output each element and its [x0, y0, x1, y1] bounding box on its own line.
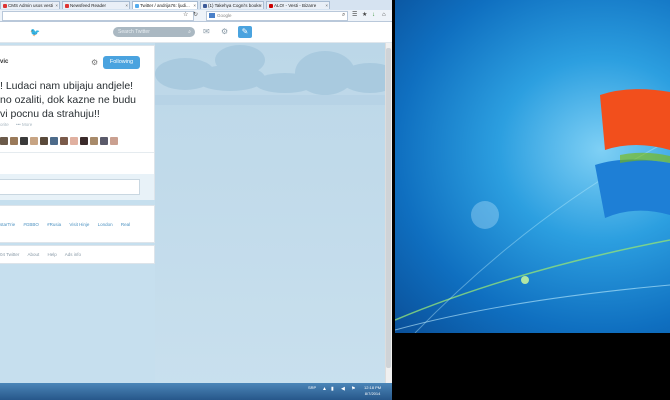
tweet-card: vic ⚙ Following ! Ludaci nam ubijaju and… — [0, 45, 155, 175]
avatar[interactable] — [60, 137, 68, 145]
avatar[interactable] — [30, 137, 38, 145]
monitor-black-area — [395, 333, 670, 400]
bookmarks-icon[interactable]: ☰ — [352, 11, 357, 20]
browser-search-placeholder: Google — [217, 13, 232, 18]
tab-label: CMS Admin usos vesti — [8, 3, 54, 8]
compose-tweet-button[interactable]: ✎ — [238, 26, 252, 38]
bookmark-star-icon[interactable]: ☆ — [183, 11, 188, 20]
footer-link-ads-info[interactable]: Ads info — [65, 252, 81, 257]
more-action[interactable]: More — [22, 122, 32, 127]
network-icon[interactable]: ▮ — [331, 386, 334, 392]
trend-link[interactable]: #GBBO — [23, 222, 39, 227]
windows-logo-wallpaper — [395, 89, 670, 333]
system-clock[interactable]: 12:18 PM 8/7/2014 — [364, 385, 381, 397]
browser-tab[interactable]: Twitter / andrija76: ljudi... × — [132, 1, 198, 9]
footer-link-about[interactable]: About — [27, 252, 39, 257]
taskbar: SRP ▲ ▮ ◀ ⚑ 12:18 PM 8/7/2014 — [0, 383, 392, 400]
navigation-bar: ☆ ↻ Google ⌕ ☰ ★ ↓ ⌂ — [0, 10, 392, 22]
search-icon: ⌕ — [188, 29, 191, 35]
trend-link[interactable]: London — [98, 222, 113, 227]
trend-link[interactable]: Real — [121, 222, 130, 227]
avatar[interactable] — [110, 137, 118, 145]
tray-arrow-icon[interactable]: ▲ — [322, 386, 327, 392]
footer-link-help[interactable]: Help — [47, 252, 56, 257]
browser-window: CMS Admin usos vesti × Newsfeed Reader × Twi… — [0, 0, 392, 400]
favorite-action[interactable]: orite — [0, 122, 9, 127]
star-icon[interactable]: ★ — [362, 11, 367, 20]
trends-card: starTrie #GBBO #Rusia Visit Hinje London… — [0, 205, 155, 243]
twitter-header: 🐦 Search Twitter ⌕ ✉ ⚙ ✎ — [0, 22, 392, 43]
avatar[interactable] — [40, 137, 48, 145]
tab-favicon-icon — [3, 4, 7, 8]
desktop-wallpaper — [395, 0, 670, 333]
avatar[interactable] — [70, 137, 78, 145]
divider — [0, 152, 154, 153]
close-tab-icon[interactable]: × — [55, 2, 58, 9]
tab-label: Newsfeed Reader — [70, 3, 107, 8]
browser-tab[interactable]: ALO! - Vesti - Bizarre × — [266, 1, 330, 9]
footer-copyright: 04 Twitter — [0, 252, 20, 257]
messages-icon[interactable]: ✉ — [203, 27, 210, 37]
home-icon[interactable]: ⌂ — [382, 11, 386, 20]
address-bar[interactable] — [2, 11, 194, 21]
footer-card: 04 Twitter About Help Ads info — [0, 245, 155, 264]
avatar[interactable] — [10, 137, 18, 145]
volume-icon[interactable]: ◀ — [341, 386, 345, 392]
trend-link[interactable]: Visit Hinje — [69, 222, 89, 227]
twitter-search-placeholder: Search Twitter — [118, 29, 150, 35]
avatar[interactable] — [20, 137, 28, 145]
trend-link[interactable]: starTrie — [0, 222, 15, 227]
close-tab-icon[interactable]: × — [325, 2, 328, 9]
twitter-search-input[interactable]: Search Twitter ⌕ — [113, 27, 195, 37]
trends-list: starTrie #GBBO #Rusia Visit Hinje London… — [0, 222, 137, 227]
profile-background — [155, 43, 392, 400]
tab-label: (1) Takehya Cogni's books — [208, 3, 261, 8]
download-icon[interactable]: ↓ — [372, 11, 375, 20]
tweet-username[interactable]: vic — [0, 59, 8, 65]
flag-icon[interactable]: ⚑ — [351, 386, 355, 392]
google-icon — [209, 13, 215, 19]
following-button[interactable]: Following — [103, 56, 140, 69]
language-indicator[interactable]: SRP — [308, 385, 316, 390]
close-tab-icon[interactable]: × — [193, 2, 196, 9]
avatar[interactable] — [90, 137, 98, 145]
browser-search-input[interactable]: Google — [206, 11, 348, 21]
avatar[interactable] — [100, 137, 108, 145]
clock-date: 8/7/2014 — [364, 391, 381, 396]
tab-label: ALO! - Vesti - Bizarre — [274, 3, 317, 8]
reload-icon[interactable]: ↻ — [193, 11, 198, 20]
trend-link[interactable]: #Rusia — [47, 222, 61, 227]
tweet-line: vi pocnu da strahuju!! — [0, 108, 100, 120]
avatar[interactable] — [50, 137, 58, 145]
avatar[interactable] — [80, 137, 88, 145]
tweet-line: ! Ludaci nam ubijaju andjele! — [0, 80, 134, 92]
tweet-actions: orite ••• More — [0, 122, 32, 127]
settings-gear-icon[interactable]: ⚙ — [221, 27, 228, 37]
footer-links: 04 Twitter About Help Ads info — [0, 252, 88, 257]
tweet-line: no ozaliti, dok kazne ne budu — [0, 94, 137, 106]
scrollbar-thumb[interactable] — [386, 48, 391, 368]
close-tab-icon[interactable]: × — [125, 2, 128, 9]
tab-favicon-icon — [135, 4, 139, 8]
browser-tab[interactable]: (1) Takehya Cogni's books × — [200, 1, 264, 9]
more-icon: ••• — [16, 122, 21, 127]
tab-label: Twitter / andrija76: ljudi... — [140, 3, 190, 8]
reply-section — [0, 174, 155, 200]
browser-tab[interactable]: Newsfeed Reader × — [62, 1, 130, 9]
avatar[interactable] — [0, 137, 8, 145]
user-actions-gear-icon[interactable]: ⚙ — [91, 58, 98, 67]
reply-input[interactable] — [0, 179, 140, 195]
tab-favicon-icon — [203, 4, 207, 8]
tab-favicon-icon — [269, 4, 273, 8]
tweet-text: ! Ludaci nam ubijaju andjele! no ozaliti… — [0, 79, 150, 121]
search-icon[interactable]: ⌕ — [342, 11, 345, 20]
tab-favicon-icon — [65, 4, 69, 8]
twitter-logo-icon[interactable]: 🐦 — [30, 28, 40, 37]
browser-tab[interactable]: CMS Admin usos vesti × — [0, 1, 60, 9]
close-tab-icon[interactable]: × — [259, 2, 262, 9]
